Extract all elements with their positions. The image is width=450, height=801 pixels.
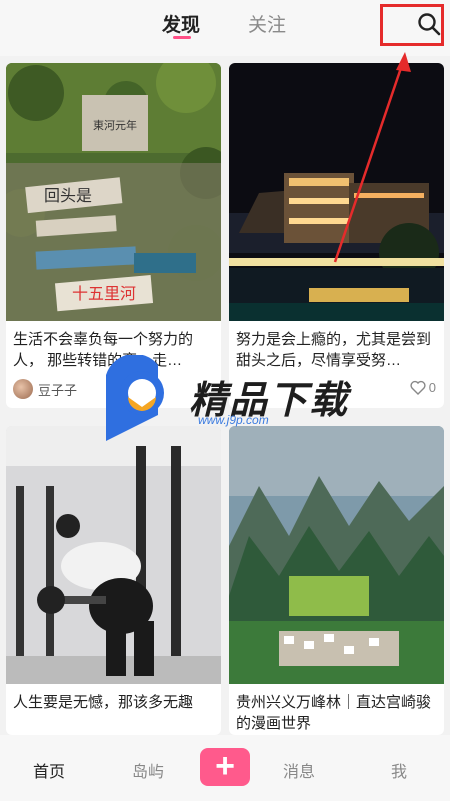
heart-icon [410,380,426,395]
sign-text: 東河元年 [93,118,137,132]
search-icon[interactable] [417,12,441,36]
watermark-url: www.j9p.com [198,413,269,427]
nav-island[interactable]: 岛屿 [132,758,164,782]
active-tab-indicator [173,36,191,39]
like-number: 0 [428,380,436,395]
card-image [229,63,444,321]
bottom-nav: 首页 岛屿 + 消息 我 [0,735,450,801]
watermark: 精品下载 www.j9p.com [98,353,358,445]
top-bar: 发现 关注 [0,0,450,56]
tab-discover[interactable]: 发现 [162,10,200,37]
author-name: 豆子子 [38,382,78,398]
watermark-logo [106,353,164,441]
card-image [229,426,444,684]
card-caption: 贵州兴义万峰林｜直达宫崎骏的漫画世界 [236,694,432,732]
nav-me[interactable]: 我 [391,758,407,782]
publish-button[interactable]: + [200,748,250,786]
card-image [6,426,221,684]
tab-follow[interactable]: 关注 [248,10,286,37]
feed-card[interactable]: 人生要是无憾，那该多无趣 [6,426,221,735]
sign-text: 十五里河 [72,285,136,303]
card-author[interactable]: 豆子子 [13,379,77,399]
feed-card[interactable]: 贵州兴义万峰林｜直达宫崎骏的漫画世界 [229,426,444,735]
like-count[interactable]: 0 [410,380,436,395]
card-caption: 人生要是无憾，那该多无趣 [13,694,194,711]
sign-text: 回头是 [44,187,92,205]
search-highlight-box [380,4,444,46]
card-image: 東河元年 回头是 十五里河 [6,63,221,321]
nav-messages[interactable]: 消息 [283,758,315,782]
avatar [13,379,33,399]
nav-home[interactable]: 首页 [33,758,65,782]
